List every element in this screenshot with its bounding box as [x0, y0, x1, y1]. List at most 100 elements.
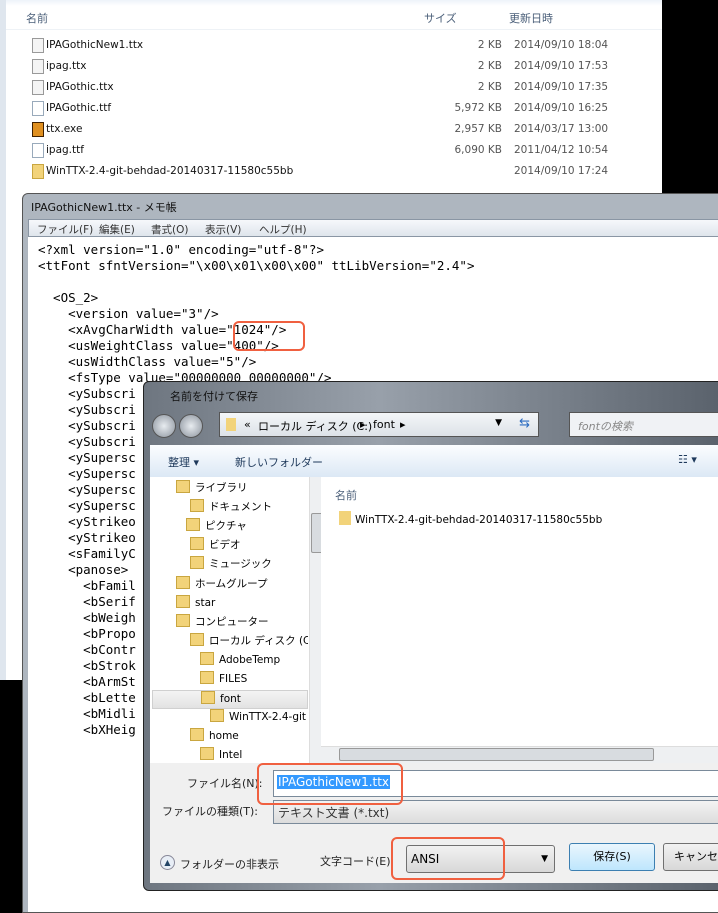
navigation-pane: Intel home WinTTX-2.4-git font FILES AdobeTem…: [150, 477, 324, 763]
folder-icon: [201, 691, 215, 705]
nav-item[interactable]: WinTTX-2.4-git: [210, 709, 308, 728]
column-modified[interactable]: 更新日時: [509, 10, 553, 26]
search-input[interactable]: fontの検索: [569, 412, 718, 437]
file-row[interactable]: ttx.exe 2,957 KB 2014/03/17 13:00: [28, 120, 648, 140]
folder-icon: [339, 511, 351, 525]
file-name: IPAGothic.ttf: [46, 102, 112, 114]
nav-item-label: ピクチャ: [205, 520, 247, 533]
file-size: 2 KB: [477, 81, 502, 93]
menu-file[interactable]: ファイル(F): [37, 222, 93, 237]
back-button[interactable]: [152, 414, 176, 438]
refresh-icon[interactable]: ⇆: [519, 416, 530, 431]
nav-item[interactable]: ビデオ: [190, 537, 308, 556]
nav-item[interactable]: font: [152, 690, 308, 710]
nav-item-label: ドキュメント: [209, 501, 272, 514]
nav-item-label: ホームグループ: [195, 577, 268, 590]
view-options-icon[interactable]: ☷ ▾: [678, 453, 697, 466]
text-line: <ttFont sfntVersion="\x00\x01\x00\x00" t…: [38, 258, 475, 273]
nav-item[interactable]: star: [176, 594, 308, 614]
organize-button[interactable]: 整理 ▾: [168, 454, 199, 470]
nav-item[interactable]: ローカル ディスク (C: [190, 632, 308, 652]
file-modified: 2014/09/10 17:24: [514, 165, 609, 177]
filetype-label: ファイルの種類(T):: [162, 805, 259, 818]
menu-format[interactable]: 書式(O): [151, 222, 188, 237]
nav-item[interactable]: ピクチャ: [186, 518, 308, 537]
nav-item-label: ミュージック: [209, 558, 272, 571]
file-row[interactable]: IPAGothic.ttf 5,972 KB 2014/09/10 16:25: [28, 99, 648, 119]
library-icon: [176, 480, 190, 493]
nav-item-label: font: [220, 693, 241, 706]
column-name[interactable]: 名前: [26, 10, 48, 26]
save-button[interactable]: 保存(S): [569, 843, 655, 871]
file-modified: 2014/03/17 13:00: [514, 123, 609, 135]
file-row[interactable]: ipag.ttx 2 KB 2014/09/10 17:53: [28, 57, 648, 77]
nav-item[interactable]: ドキュメント: [190, 499, 308, 518]
annotation-box: [391, 837, 505, 880]
menu-edit[interactable]: 編集(E): [99, 222, 135, 237]
video-icon: [190, 537, 204, 551]
file-size: 2 KB: [477, 60, 502, 72]
hide-folders-button[interactable]: フォルダーの非表示: [180, 856, 279, 872]
nav-item[interactable]: コンピューター: [176, 613, 308, 633]
forward-button[interactable]: [179, 414, 203, 438]
folder-icon: [32, 164, 44, 179]
nav-item[interactable]: ミュージック: [190, 556, 308, 575]
folder-icon: [190, 728, 204, 742]
menu-help[interactable]: ヘルプ(H): [259, 222, 307, 237]
nav-item[interactable]: home: [190, 728, 308, 747]
column-size[interactable]: サイズ: [424, 10, 457, 26]
encoding-label: 文字コード(E):: [320, 855, 395, 868]
chevron-down-icon[interactable]: ▼: [495, 418, 502, 428]
breadcrumb-overflow[interactable]: «: [244, 418, 251, 431]
file-row[interactable]: WinTTX-2.4-git-behdad-20140317-11580c55b…: [28, 162, 648, 182]
address-bar[interactable]: « ローカル ディスク (C:) ▸ font ▸ ▼ ⇆: [219, 412, 539, 437]
text-file-icon: [32, 59, 44, 74]
nav-item-label: ローカル ディスク (C: [209, 634, 308, 647]
nav-item-label: コンピューター: [195, 615, 269, 628]
chevron-down-icon: ▼: [541, 854, 548, 864]
folder-icon: [200, 671, 214, 684]
text-line: <?xml version="1.0" encoding="utf-8"?>: [38, 242, 324, 257]
scroll-thumb[interactable]: [339, 748, 654, 761]
text-line: <OS_2>: [38, 290, 99, 305]
chevron-up-icon[interactable]: ▲: [160, 855, 175, 870]
breadcrumb-separator[interactable]: ▸: [400, 418, 406, 431]
menu-view[interactable]: 表示(V): [205, 222, 241, 237]
font-file-icon: [32, 143, 44, 158]
new-folder-button[interactable]: 新しいフォルダー: [235, 454, 323, 470]
exe-icon: [32, 122, 44, 137]
breadcrumb-separator[interactable]: ▸: [360, 418, 366, 431]
picture-icon: [186, 518, 200, 532]
nav-item[interactable]: FILES: [200, 671, 308, 690]
file-row[interactable]: IPAGothicNew1.ttx 2 KB 2014/09/10 18:04: [28, 36, 648, 56]
file-modified: 2014/09/10 18:04: [514, 39, 609, 51]
file-name: ttx.exe: [46, 123, 83, 135]
nav-item[interactable]: ライブラリ: [176, 480, 308, 499]
list-column-name[interactable]: 名前: [335, 487, 357, 503]
nav-item-label: ライブラリ: [195, 482, 248, 494]
drive-icon: [190, 632, 204, 646]
breadcrumb-font[interactable]: font: [373, 418, 395, 431]
document-icon: [190, 499, 204, 513]
folder-icon: [226, 418, 236, 431]
file-row[interactable]: IPAGothic.ttx 2 KB 2014/09/10 17:35: [28, 78, 648, 98]
list-item[interactable]: WinTTX-2.4-git-behdad-20140317-11580c55b…: [339, 511, 602, 526]
file-list: 名前 WinTTX-2.4-git-behdad-20140317-11580c…: [321, 477, 718, 763]
file-size: 2 KB: [477, 39, 502, 51]
nav-item[interactable]: ホームグループ: [176, 575, 308, 595]
window-title: IPAGothicNew1.ttx - メモ帳: [31, 201, 177, 214]
file-row[interactable]: ipag.ttf 6,090 KB 2011/04/12 10:54: [28, 141, 648, 161]
breadcrumb-local-disk[interactable]: ローカル ディスク (C:): [258, 418, 372, 434]
annotation-box: [257, 763, 403, 805]
nav-item-label: WinTTX-2.4-git: [229, 711, 307, 724]
text-line: <usWeightClass value="400"/>: [38, 338, 279, 353]
save-as-dialog: 名前を付けて保存 « ローカル ディスク (C:) ▸ font ▸ ▼ ⇆ f…: [143, 381, 718, 891]
horizontal-scrollbar[interactable]: [321, 746, 718, 763]
cancel-button[interactable]: キャンセル: [663, 843, 718, 871]
computer-icon: [176, 613, 190, 627]
nav-item[interactable]: AdobeTemp: [200, 651, 308, 671]
file-name: IPAGothic.ttx: [46, 81, 114, 93]
nav-item-label: ビデオ: [209, 539, 241, 552]
file-name: WinTTX-2.4-git-behdad-20140317-11580c55b…: [46, 165, 294, 177]
annotation-box: [233, 321, 305, 351]
